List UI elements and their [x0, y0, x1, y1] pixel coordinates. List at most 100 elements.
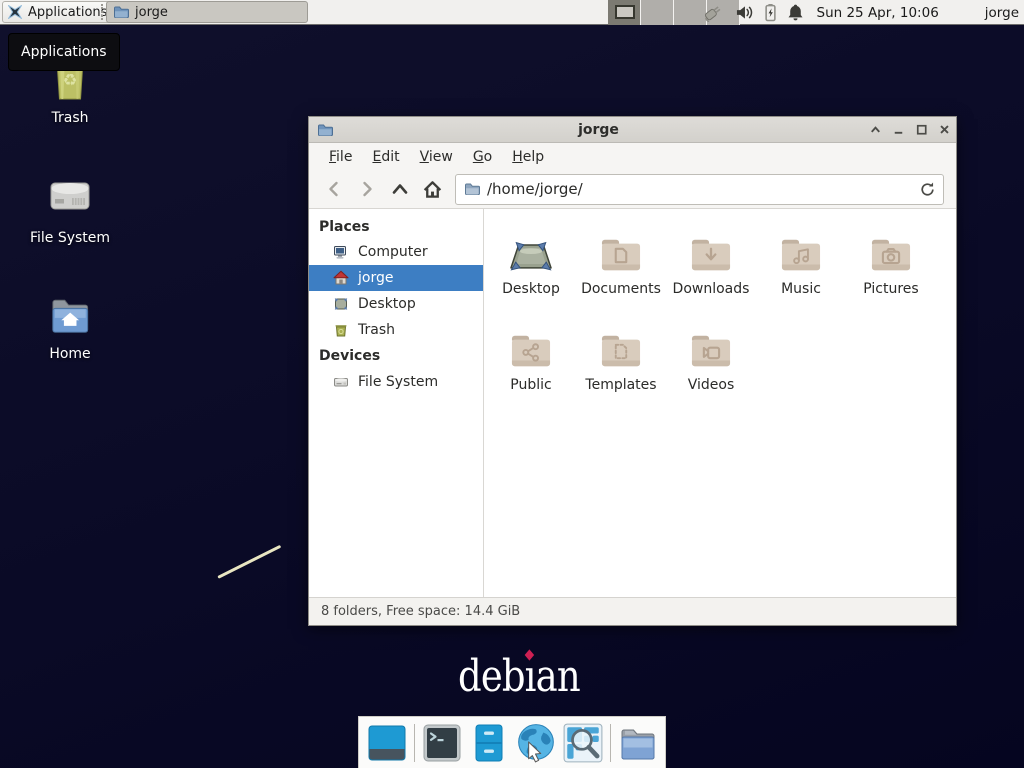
folder-download-icon: [687, 225, 735, 275]
dock-folder[interactable]: [618, 723, 658, 763]
home-folder-icon: [47, 296, 93, 336]
folder-video-icon: [687, 321, 735, 371]
panel-username: jorge: [985, 5, 1019, 21]
computer-icon: [333, 244, 349, 260]
folder-share-icon: [507, 321, 555, 371]
tooltip-text: Applications: [21, 44, 107, 60]
folder-icon: [464, 181, 480, 197]
menu-help[interactable]: Help: [502, 145, 554, 169]
home-red-icon: [333, 270, 349, 286]
workspace-window-preview: [615, 5, 635, 19]
location-bar[interactable]: /home/jorge/: [455, 174, 944, 205]
location-path[interactable]: /home/jorge/: [487, 180, 919, 198]
dock-app-finder[interactable]: [563, 723, 603, 763]
up-button[interactable]: [383, 174, 416, 205]
panel-clock[interactable]: Sun 25 Apr, 10:06: [817, 5, 939, 21]
applications-tooltip: Applications: [8, 33, 120, 71]
folder-camera-icon: [867, 225, 915, 275]
file-item-label: Desktop: [502, 281, 560, 297]
desktop-icon-label: File System: [18, 230, 122, 246]
dock-web-browser[interactable]: [516, 723, 556, 763]
workspace-2[interactable]: [641, 0, 674, 25]
desktop-icon-home[interactable]: Home: [18, 296, 122, 362]
sidebar-item-computer[interactable]: Computer: [309, 239, 483, 265]
dock-separator: [610, 724, 611, 762]
menubar: FileEditViewGoHelp: [309, 143, 956, 170]
maximize-button[interactable]: [910, 118, 933, 142]
window-title: jorge: [333, 122, 864, 138]
svg-text:♻: ♻: [63, 71, 78, 90]
file-item-label: Pictures: [863, 281, 918, 297]
file-item-documents[interactable]: Documents: [576, 225, 666, 321]
volume-icon[interactable]: [735, 4, 754, 21]
dock-show-desktop[interactable]: [367, 723, 407, 763]
shade-button[interactable]: [864, 118, 887, 142]
file-item-downloads[interactable]: Downloads: [666, 225, 756, 321]
desktop-special-icon: [507, 225, 555, 275]
statusbar: 8 folders, Free space: 14.4 GiB: [309, 597, 956, 625]
toolbar: /home/jorge/: [309, 170, 956, 209]
web-browser-icon: [515, 722, 557, 764]
desktop-icon-label: Home: [18, 346, 122, 362]
trash-mini-icon: [333, 322, 349, 338]
folder-template-icon: [597, 321, 645, 371]
top-panel: Applications jorge Sun 25 Apr, 10:06 jor…: [0, 0, 1024, 25]
file-item-label: Videos: [688, 377, 735, 393]
file-item-desktop[interactable]: Desktop: [486, 225, 576, 321]
debian-logo: debıan: [458, 655, 580, 699]
drive-mini-icon: [333, 374, 349, 390]
notifications-icon[interactable]: [787, 3, 804, 22]
applications-menu-label: Applications: [28, 5, 107, 20]
dock-separator: [414, 724, 415, 762]
file-item-templates[interactable]: Templates: [576, 321, 666, 417]
dock-terminal[interactable]: [422, 723, 462, 763]
system-tray: Sun 25 Apr, 10:06 jorge: [697, 0, 1024, 25]
close-button[interactable]: [933, 118, 956, 142]
sidebar-item-file-system[interactable]: File System: [309, 369, 483, 395]
network-icon[interactable]: [702, 3, 725, 22]
sidebar-item-label: Trash: [358, 322, 395, 338]
back-button[interactable]: [317, 174, 350, 205]
window-icon: [317, 122, 333, 138]
menu-file[interactable]: File: [319, 145, 362, 169]
dock-file-manager[interactable]: [469, 723, 509, 763]
panel-handle: [101, 4, 103, 20]
terminal-icon: [422, 723, 462, 763]
forward-button[interactable]: [350, 174, 383, 205]
menu-go[interactable]: Go: [463, 145, 502, 169]
sidebar-item-label: Desktop: [358, 296, 416, 312]
sidebar-item-trash[interactable]: Trash: [309, 317, 483, 343]
minimize-button[interactable]: [887, 118, 910, 142]
show-desktop-icon: [367, 723, 407, 763]
app-finder-icon: [562, 722, 604, 764]
workspace-1[interactable]: [608, 0, 641, 25]
taskbar-window-button[interactable]: jorge: [106, 1, 308, 23]
folder-document-icon: [597, 225, 645, 275]
file-item-public[interactable]: Public: [486, 321, 576, 417]
sidebar-item-label: File System: [358, 374, 438, 390]
desktop-mini-icon: [333, 296, 349, 312]
sidebar-item-label: jorge: [358, 270, 393, 286]
file-item-label: Public: [510, 377, 551, 393]
home-button[interactable]: [416, 174, 449, 205]
reload-icon[interactable]: [919, 181, 936, 198]
file-item-label: Downloads: [673, 281, 750, 297]
file-item-music[interactable]: Music: [756, 225, 846, 321]
menu-view[interactable]: View: [410, 145, 463, 169]
hard-drive-icon: [46, 176, 94, 214]
folder-icon: [618, 723, 658, 763]
file-item-videos[interactable]: Videos: [666, 321, 756, 417]
file-item-label: Documents: [581, 281, 661, 297]
battery-icon[interactable]: [764, 3, 777, 22]
sidebar-item-desktop[interactable]: Desktop: [309, 291, 483, 317]
window-titlebar[interactable]: jorge: [309, 117, 956, 143]
wallpaper-line: [217, 545, 281, 579]
menu-edit[interactable]: Edit: [362, 145, 409, 169]
file-item-pictures[interactable]: Pictures: [846, 225, 936, 321]
folder-music-icon: [777, 225, 825, 275]
desktop-icon-file-system[interactable]: File System: [18, 176, 122, 246]
sidebar-item-jorge[interactable]: jorge: [309, 265, 483, 291]
sidebar-places-header: Places: [309, 215, 483, 239]
file-manager-icon: [469, 723, 509, 763]
file-view[interactable]: Desktop Documents Downloads Music Pictures Pu…: [484, 209, 956, 597]
